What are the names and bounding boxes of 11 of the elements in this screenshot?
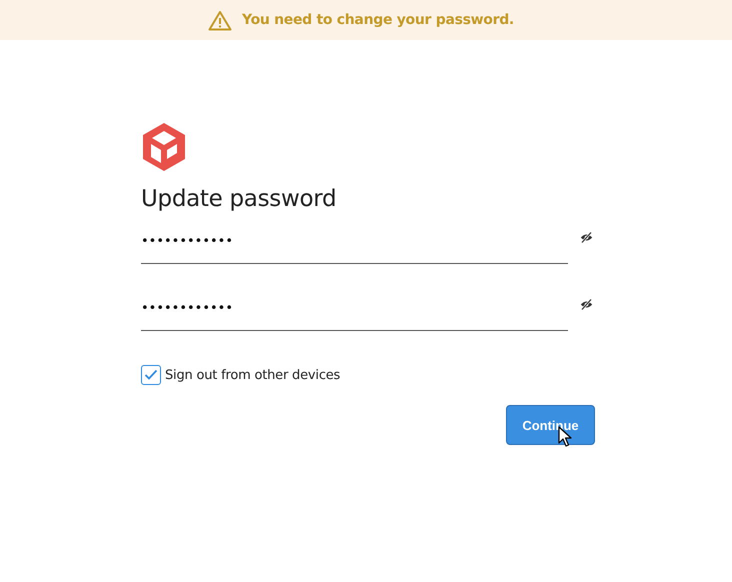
eye-slash-icon[interactable] bbox=[580, 299, 593, 310]
password-field[interactable]: •••••••••••• bbox=[141, 231, 568, 264]
password-field[interactable]: •••••••••••• bbox=[141, 298, 568, 331]
warning-message: You need to change your password. bbox=[242, 12, 514, 28]
checkbox-label: Sign out from other devices bbox=[165, 368, 340, 382]
check-icon bbox=[144, 369, 158, 381]
warning-icon bbox=[208, 10, 232, 30]
checkbox[interactable] bbox=[141, 365, 161, 385]
page-title: Update password bbox=[141, 186, 338, 212]
cube-logo bbox=[141, 122, 187, 172]
eye-slash-icon[interactable] bbox=[580, 232, 593, 243]
